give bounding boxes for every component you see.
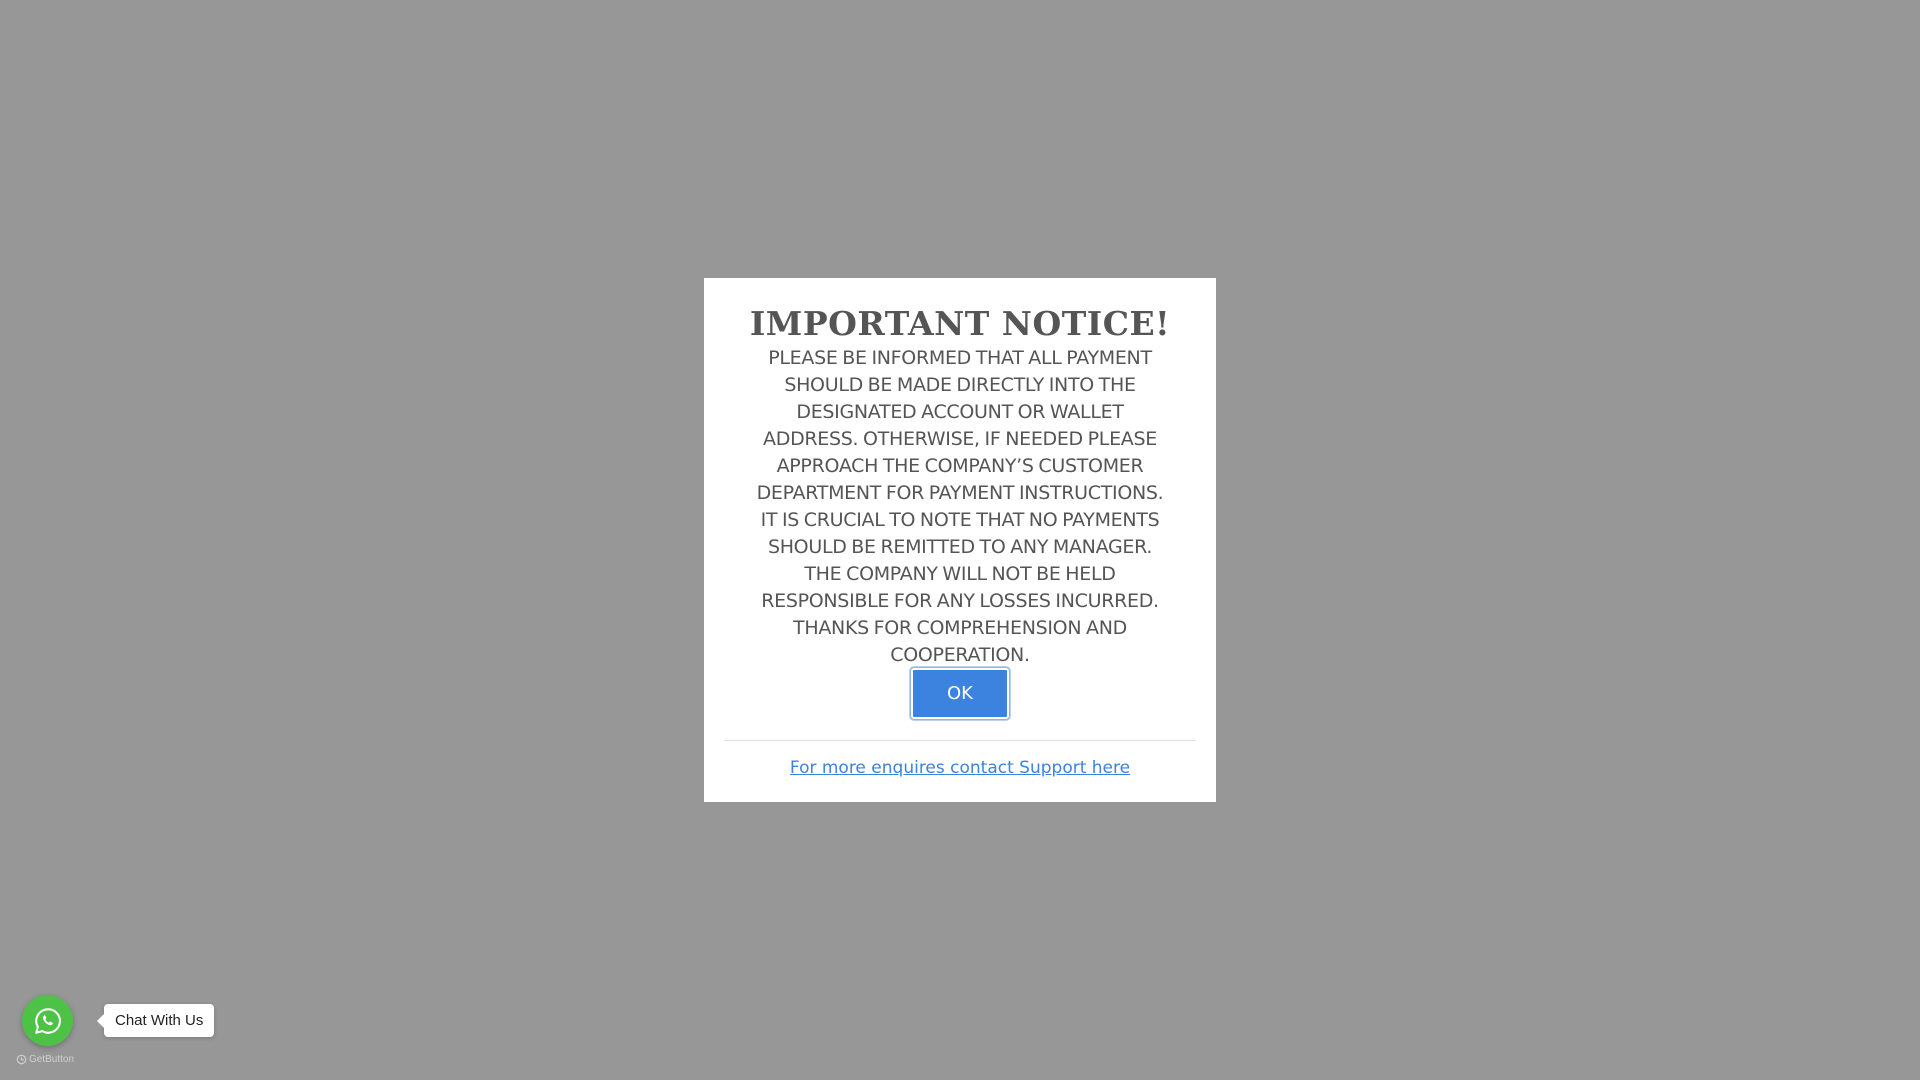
whatsapp-chat-button[interactable] [22, 995, 73, 1046]
notice-modal: IMPORTANT NOTICE! Please be informed tha… [704, 278, 1216, 802]
support-link[interactable]: For more enquires contact Support here [704, 758, 1216, 778]
getbutton-logo-icon [16, 1054, 27, 1065]
getbutton-text: GetButton [29, 1054, 75, 1065]
modal-divider [724, 740, 1196, 741]
modal-body-text: Please be informed that all payment shou… [756, 347, 1164, 666]
getbutton-credit[interactable]: GetButton [16, 1054, 74, 1065]
whatsapp-icon [34, 1007, 61, 1034]
chat-with-us-label[interactable]: Chat With Us [96, 1004, 215, 1037]
ok-button[interactable]: OK [910, 667, 1010, 720]
modal-title: IMPORTANT NOTICE! [749, 304, 1171, 343]
